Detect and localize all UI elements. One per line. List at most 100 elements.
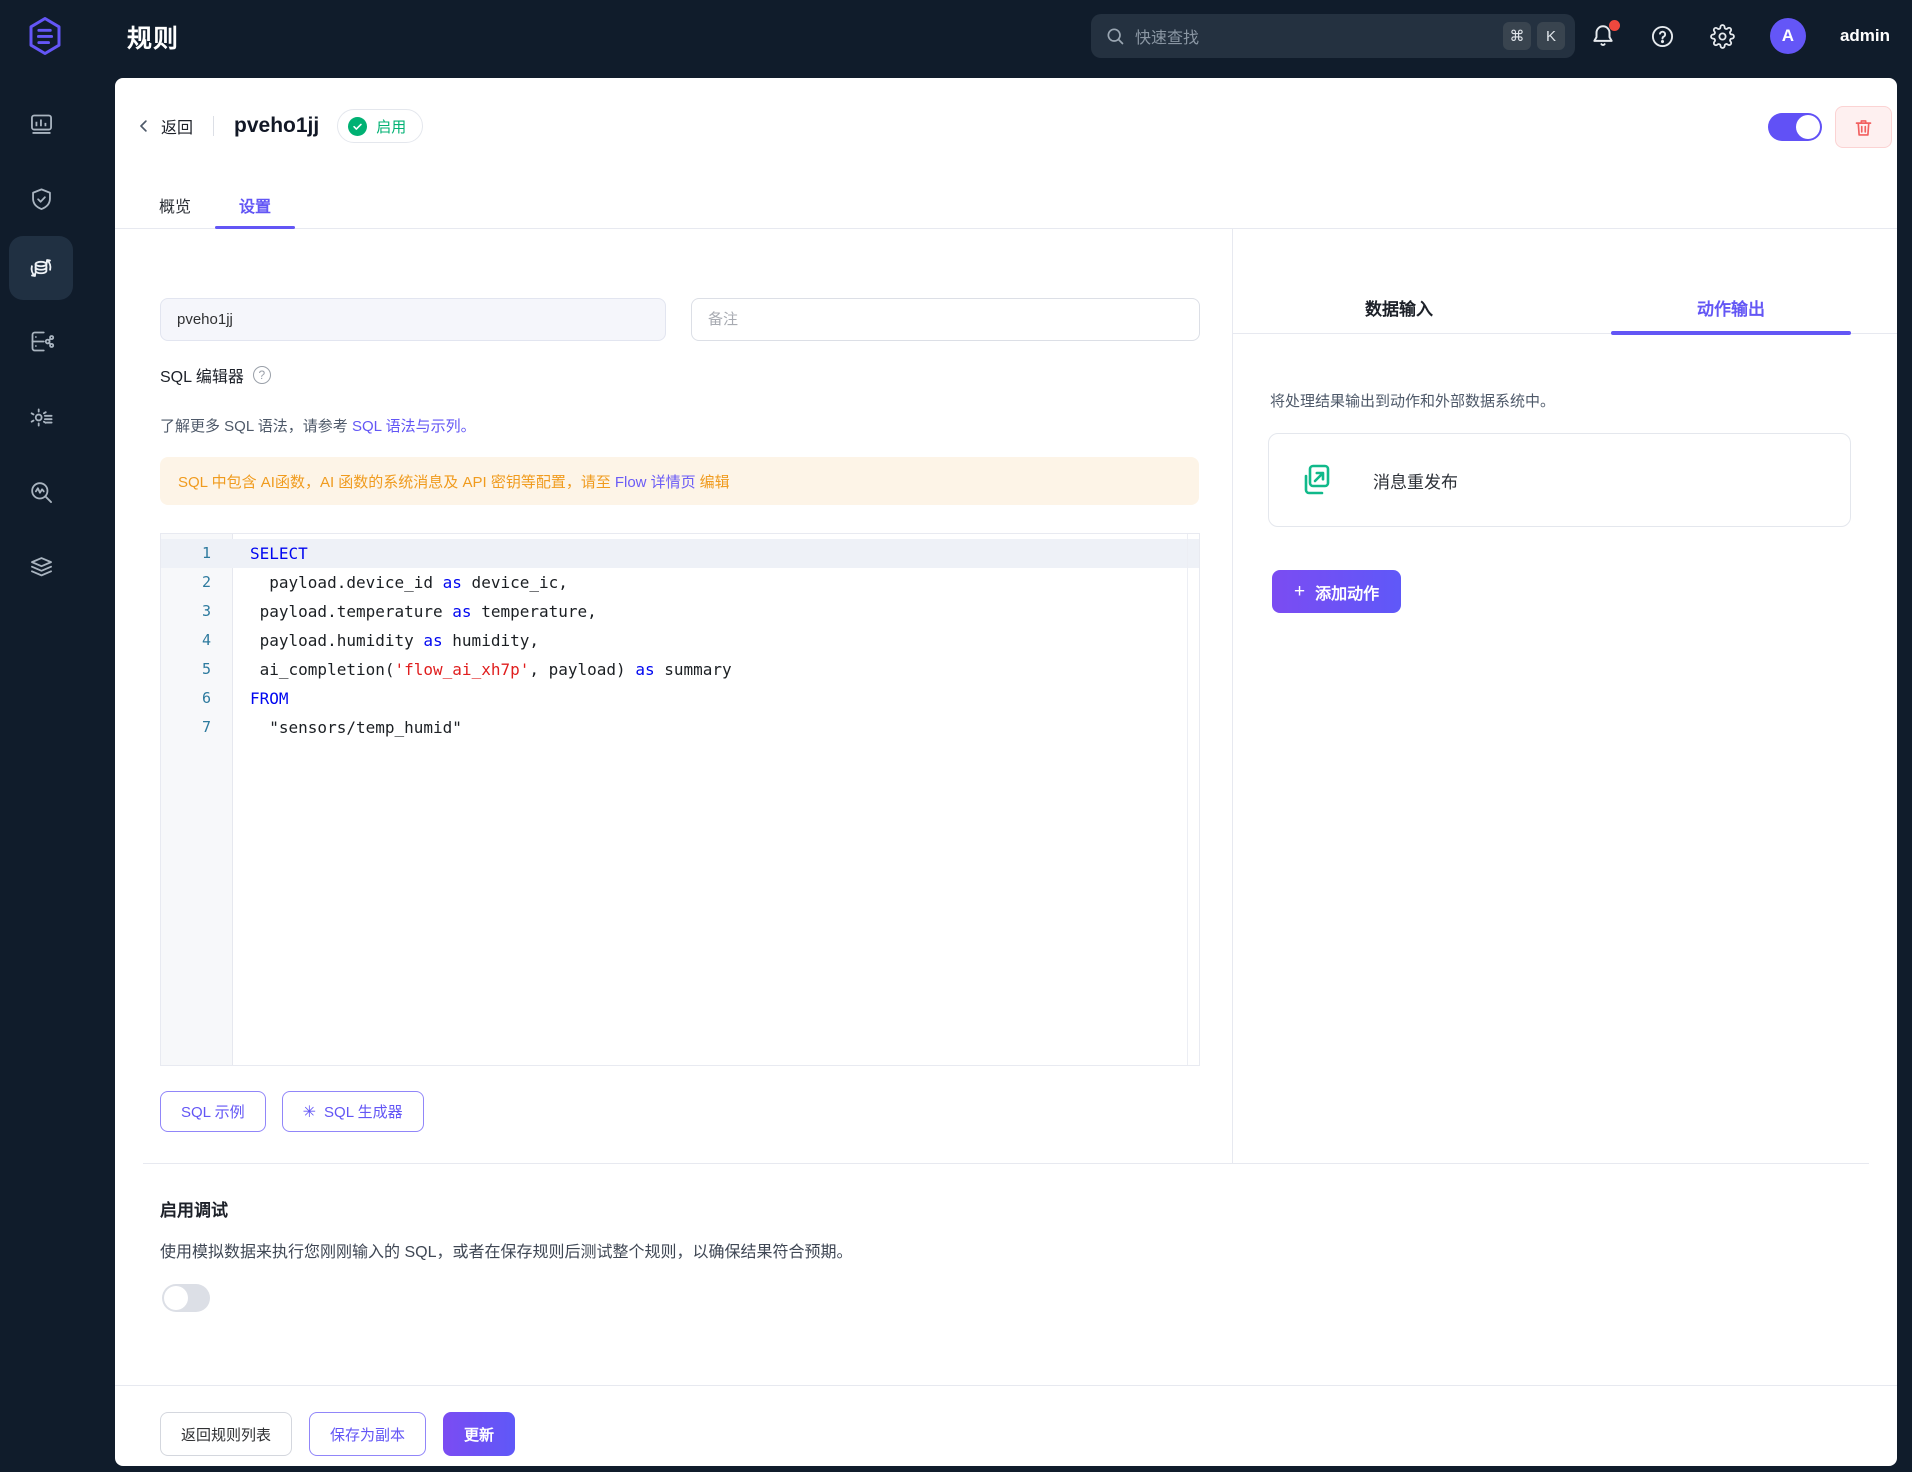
code-line[interactable]: 5 ai_completion('flow_ai_xh7p', payload)…: [161, 655, 1199, 684]
debug-section-description: 使用模拟数据来执行您刚刚输入的 SQL，或者在保存规则后测试整个规则，以确保结果…: [160, 1244, 853, 1261]
code-line[interactable]: 6 FROM: [161, 684, 1199, 713]
help-icon: [1652, 25, 1674, 47]
detail-tabs: 概览 设置: [115, 182, 1897, 229]
toggle-knob: [164, 1286, 188, 1310]
sql-editor-label: SQL 编辑器: [160, 369, 244, 386]
footer-divider: [115, 1385, 1897, 1386]
republish-icon: [1304, 464, 1330, 495]
sidebar-item-diagnose[interactable]: [9, 460, 73, 524]
sidebar-item-data-integration[interactable]: [9, 309, 73, 373]
warning-text-suffix: 编辑: [699, 473, 730, 491]
rule-header: 返回 pveho1jj 启用: [135, 106, 424, 146]
status-label: 启用: [376, 118, 407, 136]
plus-icon: +: [1294, 581, 1306, 602]
line-number: 1: [201, 544, 211, 562]
shortcut-k-key: K: [1537, 22, 1565, 50]
back-chevron-icon[interactable]: [135, 117, 153, 135]
code-line[interactable]: 4 payload.humidity as humidity,: [161, 626, 1199, 655]
code-line[interactable]: 3 payload.temperature as temperature,: [161, 597, 1199, 626]
ai-function-warning-banner: SQL 中包含 AI函数，AI 函数的系统消息及 API 密钥等配置，请至 Flo…: [160, 457, 1199, 505]
rule-name-input[interactable]: [160, 298, 666, 341]
sql-syntax-link[interactable]: SQL 语法与示列。: [352, 418, 476, 435]
sql-example-button[interactable]: SQL 示例: [160, 1091, 266, 1132]
line-number: 2: [201, 573, 211, 591]
sidebar-item-extensions[interactable]: [9, 534, 73, 598]
dashboard-icon: [30, 114, 52, 134]
sidebar-item-access-control[interactable]: [9, 167, 73, 231]
rule-enable-toggle[interactable]: [1768, 113, 1822, 141]
code-line[interactable]: 1 SELECT: [161, 539, 1199, 568]
flow-detail-link[interactable]: Flow 详情页: [615, 471, 696, 492]
sql-hint: 了解更多 SQL 语法，请参考 SQL 语法与示列。: [160, 415, 476, 436]
status-badge: 启用: [337, 109, 424, 143]
tab-overview[interactable]: 概览: [135, 182, 215, 228]
notification-dot: [1608, 20, 1620, 31]
debug-section-title: 启用调试: [160, 1201, 228, 1220]
column-divider: [1232, 229, 1233, 1163]
tab-data-input[interactable]: 数据输入: [1233, 281, 1565, 333]
topbar-actions: A admin: [1590, 0, 1890, 72]
username[interactable]: admin: [1840, 26, 1890, 46]
settings-button[interactable]: [1710, 23, 1736, 49]
trash-icon: [1855, 119, 1872, 136]
code-line[interactable]: 7 "sensors/temp_humid": [161, 713, 1199, 742]
search-icon: [1107, 28, 1124, 45]
search-placeholder: 快速查找: [1135, 30, 1200, 47]
code-text: "sensors/temp_humid": [250, 718, 462, 737]
back-to-rules-button[interactable]: 返回规则列表: [160, 1412, 293, 1456]
topbar: 规则 快速查找 ⌘ K A admin: [0, 0, 1912, 72]
action-card-label: 消息重发布: [1373, 472, 1458, 492]
code-text: payload.temperature as temperature,: [250, 602, 597, 621]
line-number: 6: [201, 689, 211, 707]
gear-services-icon: [30, 408, 53, 426]
app-logo-icon[interactable]: [24, 15, 66, 57]
help-button[interactable]: [1650, 23, 1676, 49]
ai-sparkle-icon: ✳: [302, 1103, 317, 1121]
sql-code-editor[interactable]: 1 SELECT 2 payload.device_id as device_ic,…: [160, 533, 1200, 1066]
code-text: FROM: [250, 689, 289, 708]
avatar[interactable]: A: [1769, 18, 1806, 54]
sidebar: [0, 72, 83, 1472]
rule-name: pveho1jj: [234, 114, 320, 137]
remark-input[interactable]: [691, 298, 1200, 341]
sql-editor-label-row: SQL 编辑器 ?: [160, 363, 271, 387]
footer-actions: 返回规则列表 保存为副本 更新: [160, 1412, 516, 1456]
header-actions: [1768, 106, 1892, 148]
code-text: SELECT: [250, 544, 308, 563]
output-description: 将处理结果输出到动作和外部数据系统中。: [1270, 393, 1556, 410]
sql-code-lines: 1 SELECT 2 payload.device_id as device_ic,…: [161, 534, 1199, 742]
sql-generator-button[interactable]: ✳ SQL 生成器: [281, 1091, 424, 1132]
toggle-knob: [1796, 115, 1820, 139]
sql-generator-label: SQL 生成器: [324, 1104, 403, 1121]
debug-toggle[interactable]: [162, 1284, 210, 1312]
code-text: payload.device_id as device_ic,: [250, 573, 568, 592]
tab-settings[interactable]: 设置: [215, 182, 296, 229]
io-tabs: 数据输入 动作输出: [1233, 281, 1897, 335]
shield-check-icon: [31, 187, 51, 210]
sql-help-icon[interactable]: ?: [252, 366, 271, 384]
update-button[interactable]: 更新: [443, 1412, 516, 1456]
line-number: 7: [201, 718, 211, 736]
notifications-button[interactable]: [1590, 20, 1620, 49]
data-integration-icon: [31, 331, 54, 351]
shortcut-cmd-key: ⌘: [1503, 22, 1531, 50]
code-text: ai_completion('flow_ai_xh7p', payload) a…: [250, 660, 732, 679]
line-number: 4: [201, 631, 211, 649]
header-divider: [213, 116, 215, 136]
quick-search-input[interactable]: 快速查找 ⌘ K: [1091, 14, 1575, 58]
action-card-republish[interactable]: 消息重发布: [1268, 433, 1851, 527]
sidebar-item-dashboard[interactable]: [9, 92, 73, 156]
line-number: 5: [201, 660, 211, 678]
sidebar-item-management[interactable]: [9, 385, 73, 449]
sidebar-item-rule-engine[interactable]: [9, 236, 73, 300]
layers-icon: [30, 556, 52, 576]
delete-rule-button[interactable]: [1835, 106, 1892, 148]
main-card: 返回 pveho1jj 启用 概览 设置 pveho1jj 备注 SQL 编辑器…: [115, 78, 1897, 1466]
tab-action-output[interactable]: 动作输出: [1565, 281, 1897, 335]
code-line[interactable]: 2 payload.device_id as device_ic,: [161, 568, 1199, 597]
save-as-copy-button[interactable]: 保存为副本: [309, 1412, 427, 1456]
sql-buttons: SQL 示例 ✳ SQL 生成器: [160, 1091, 424, 1132]
back-link[interactable]: 返回: [161, 114, 193, 138]
code-text: payload.humidity as humidity,: [250, 631, 539, 650]
add-action-button[interactable]: + 添加动作: [1272, 570, 1402, 613]
